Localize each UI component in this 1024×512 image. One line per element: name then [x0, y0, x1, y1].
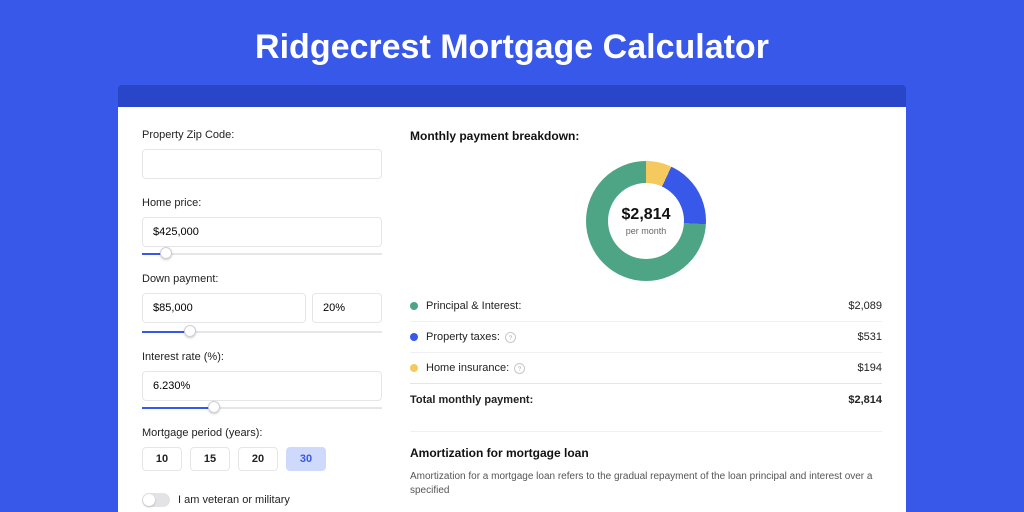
price-input[interactable] [142, 217, 382, 247]
period-group: Mortgage period (years): 10 15 20 30 [142, 427, 382, 471]
amortization-text: Amortization for a mortgage loan refers … [410, 470, 882, 498]
period-button-15[interactable]: 15 [190, 447, 230, 471]
rate-group: Interest rate (%): [142, 351, 382, 413]
info-icon[interactable]: ? [514, 363, 525, 374]
breakdown-value: $531 [858, 331, 882, 343]
price-label: Home price: [142, 197, 382, 209]
total-row: Total monthly payment: $2,814 [410, 383, 882, 415]
period-button-30[interactable]: 30 [286, 447, 326, 471]
legend-dot [410, 333, 418, 341]
breakdown-value: $2,089 [848, 300, 882, 312]
period-button-20[interactable]: 20 [238, 447, 278, 471]
price-group: Home price: [142, 197, 382, 259]
veteran-toggle-row: I am veteran or military [142, 493, 382, 507]
amortization-section: Amortization for mortgage loan Amortizat… [410, 431, 882, 498]
down-payment-group: Down payment: [142, 273, 382, 337]
legend-dot [410, 302, 418, 310]
period-button-10[interactable]: 10 [142, 447, 182, 471]
breakdown-value: $194 [858, 362, 882, 374]
input-form: Property Zip Code: Home price: Down paym… [142, 129, 382, 512]
veteran-toggle[interactable] [142, 493, 170, 507]
amortization-title: Amortization for mortgage loan [410, 446, 882, 460]
breakdown-row: Home insurance:? $194 [410, 352, 882, 383]
legend-dot [410, 364, 418, 372]
zip-label: Property Zip Code: [142, 129, 382, 141]
rate-label: Interest rate (%): [142, 351, 382, 363]
price-slider[interactable] [142, 249, 382, 259]
calculator-panel: Property Zip Code: Home price: Down paym… [118, 107, 906, 512]
total-value: $2,814 [848, 394, 882, 406]
page-title: Ridgecrest Mortgage Calculator [0, 0, 1024, 85]
zip-input[interactable] [142, 149, 382, 179]
breakdown-label: Home insurance: [426, 362, 509, 374]
breakdown-label: Property taxes: [426, 331, 500, 343]
rate-slider[interactable] [142, 403, 382, 413]
breakdown-title: Monthly payment breakdown: [410, 129, 882, 143]
veteran-label: I am veteran or military [178, 494, 290, 506]
breakdown-panel: Monthly payment breakdown: $2,814 per mo… [410, 129, 882, 512]
donut-chart-wrap: $2,814 per month [410, 153, 882, 291]
info-icon[interactable]: ? [505, 332, 516, 343]
total-label: Total monthly payment: [410, 394, 533, 406]
period-label: Mortgage period (years): [142, 427, 382, 439]
down-payment-input[interactable] [142, 293, 306, 323]
down-payment-label: Down payment: [142, 273, 382, 285]
zip-group: Property Zip Code: [142, 129, 382, 183]
breakdown-row: Principal & Interest: $2,089 [410, 291, 882, 321]
donut-amount: $2,814 [622, 206, 671, 224]
svg-text:?: ? [509, 335, 512, 340]
donut-chart: $2,814 per month [586, 161, 706, 281]
breakdown-label: Principal & Interest: [426, 300, 521, 312]
svg-text:?: ? [518, 366, 521, 371]
breakdown-row: Property taxes:? $531 [410, 321, 882, 352]
rate-input[interactable] [142, 371, 382, 401]
down-payment-slider[interactable] [142, 327, 382, 337]
down-payment-pct-input[interactable] [312, 293, 382, 323]
donut-sub: per month [626, 226, 667, 236]
